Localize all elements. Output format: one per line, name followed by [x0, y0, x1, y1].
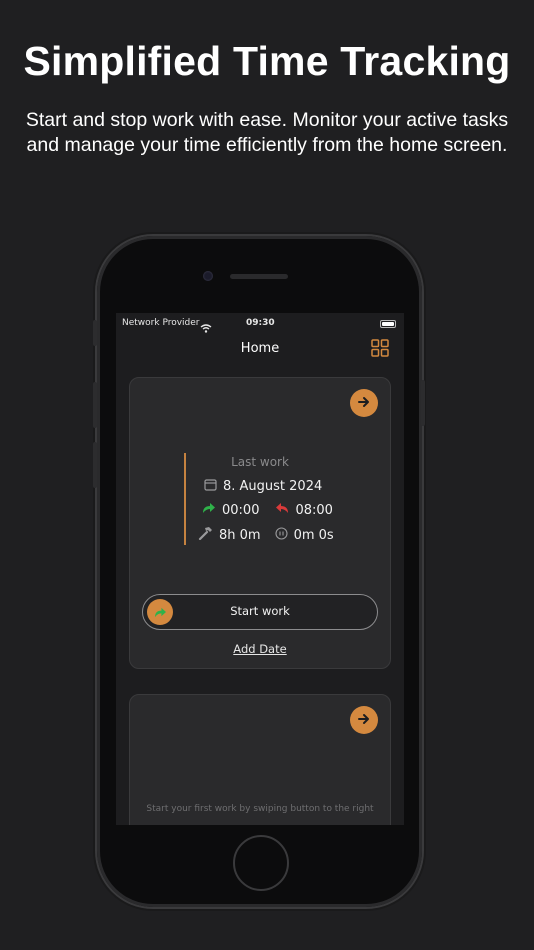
wifi-icon — [200, 318, 212, 337]
earpiece-speaker — [230, 274, 288, 279]
last-work-label: Last work — [231, 455, 289, 469]
open-details-button[interactable] — [350, 389, 378, 417]
start-arrow-icon — [202, 502, 216, 518]
front-camera — [203, 271, 213, 281]
last-work-date: 8. August 2024 — [223, 479, 323, 494]
first-work-hint: Start your first work by swiping button … — [146, 804, 374, 814]
add-date-link[interactable]: Add Date — [130, 642, 390, 656]
phone-screen: Network Provider 09:30 Home Last work 8.… — [116, 313, 404, 825]
pause-icon — [275, 526, 288, 544]
status-time: 09:30 — [246, 318, 275, 328]
last-work-start-time: 00:00 — [222, 502, 260, 518]
last-work-pause: 0m 0s — [293, 527, 334, 543]
last-work-end-time: 08:00 — [295, 502, 333, 518]
end-arrow-icon — [275, 502, 289, 518]
subheadline: Start and stop work with ease. Monitor y… — [25, 109, 509, 156]
new-work-card: Start your first work by swiping button … — [129, 694, 391, 825]
hammer-icon — [198, 526, 213, 544]
open-new-work-button[interactable] — [350, 706, 378, 734]
power-button — [421, 380, 425, 426]
calendar-icon — [204, 478, 217, 495]
battery-icon — [380, 320, 396, 328]
home-button[interactable] — [233, 835, 289, 891]
start-work-slider[interactable]: Start work — [142, 594, 378, 630]
mute-switch — [93, 320, 97, 346]
arrow-right-icon — [357, 711, 371, 730]
headline: Simplified Time Tracking — [23, 38, 511, 84]
volume-up-button — [93, 382, 97, 428]
start-work-label: Start work — [230, 604, 290, 618]
last-work-date-row: 8. August 2024 — [204, 478, 322, 495]
last-work-duration-row: 8h 0m 0m 0s — [198, 526, 334, 544]
last-work-card: Last work 8. August 2024 00:00 08:00 8h … — [129, 377, 391, 669]
last-work-times-row: 00:00 08:00 — [202, 502, 333, 518]
arrow-right-icon — [357, 394, 371, 413]
volume-down-button — [93, 442, 97, 488]
page-title: Home — [240, 341, 280, 356]
last-work-duration: 8h 0m — [219, 527, 261, 543]
carrier-label: Network Provider — [122, 318, 200, 328]
grid-icon[interactable] — [371, 339, 389, 361]
